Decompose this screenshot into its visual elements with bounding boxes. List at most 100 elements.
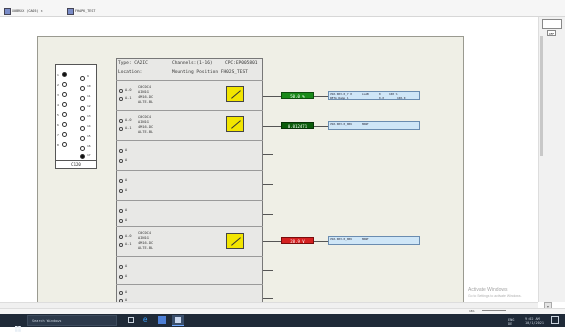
sensor-icon[interactable]	[226, 116, 244, 132]
channel-terminal-icon	[119, 159, 123, 163]
channel-b: A	[125, 158, 128, 162]
pin-number: 16	[87, 144, 91, 148]
pin-12[interactable]	[80, 106, 85, 111]
value-display: 50.0 %	[281, 92, 314, 99]
channel-slot[interactable]: A A	[116, 140, 263, 169]
slot-line4: ALTE-BL	[138, 100, 154, 104]
channel-slot[interactable]: A A	[116, 170, 263, 199]
channel-b: A	[125, 188, 128, 192]
module-location: Location:	[118, 70, 143, 75]
pin-11[interactable]	[80, 96, 85, 101]
channel-b: A-1	[125, 96, 132, 100]
pin-7[interactable]	[62, 132, 67, 137]
channel-slot[interactable]: A-0 A-1 C0C0C4 AIN1G 4M16-DC ALTE-BL	[116, 80, 263, 109]
info-type: LLAB	[362, 92, 369, 96]
channel-a: A-0	[125, 118, 132, 122]
notifications-icon[interactable]	[551, 316, 559, 324]
sensor-icon[interactable]	[226, 233, 244, 249]
panel-header	[542, 19, 562, 29]
active-app-icon[interactable]	[172, 315, 184, 326]
channel-terminal-icon	[119, 209, 123, 213]
channel-slot[interactable]: A-0 A-1 C0C0C4 AIN1G 4M16-DC ALTE-BL	[116, 226, 263, 255]
channel-slot[interactable]: A-0 A-1 C0C0C4 AIN1G 4M16-DC ALTE-BL	[116, 110, 263, 139]
taskbar-region: DE	[508, 322, 513, 326]
pin-number: 5	[57, 113, 59, 117]
channel-terminal-icon	[119, 291, 123, 295]
edge-browser-icon[interactable]: e	[143, 316, 151, 324]
signal-wire	[314, 126, 328, 127]
task-view-icon[interactable]	[128, 317, 134, 323]
pin-15[interactable]	[80, 136, 85, 141]
channel-a: A	[125, 208, 128, 212]
signal-wire	[263, 298, 273, 299]
slot-line4: ALTE-BL	[138, 246, 154, 250]
panel-toggle-button[interactable]: OFF	[547, 30, 556, 36]
channel-a: A-0	[125, 88, 132, 92]
pin-number: 17	[87, 153, 91, 157]
pin-16[interactable]	[80, 146, 85, 151]
pin-17[interactable]	[80, 154, 85, 159]
signal-info-box[interactable]: VS0.003.0_006 MANT	[328, 236, 420, 245]
info-type: MANT	[362, 237, 369, 241]
channel-b: A	[125, 274, 128, 278]
info-type: MANT	[362, 122, 369, 126]
info-desc: DETA Ramp 1	[330, 96, 349, 100]
pin-number: 7	[57, 133, 59, 137]
signal-wire	[263, 96, 281, 97]
signal-wire	[263, 126, 281, 127]
channel-terminal-icon	[119, 189, 123, 193]
pin-6[interactable]	[62, 122, 67, 127]
signal-info-box[interactable]: VS0.003.0_7 0 LLAB 0 100 % DETA Ramp 1 0…	[328, 91, 420, 100]
vertical-scrollbar-thumb[interactable]	[540, 36, 543, 156]
info-lo: 0.0	[379, 96, 385, 100]
tab-x0brxx[interactable]: X0BRXX (CA05) ×	[3, 7, 63, 15]
signal-wire	[314, 96, 328, 97]
tab-label: X0BRXX (CA05) ×	[12, 9, 43, 13]
pin-5[interactable]	[62, 112, 67, 117]
connector-c120[interactable]: 1 2 3 4 5 6 7 8 9 10 11 12 13 14 15 16 1…	[55, 64, 97, 161]
channel-terminal-icon	[119, 235, 123, 239]
pin-1[interactable]	[62, 72, 67, 77]
windows-start-icon[interactable]	[15, 317, 21, 332]
app-icon[interactable]	[158, 316, 166, 324]
signal-wire	[314, 241, 328, 242]
tab-fhapk-test[interactable]: FHAPK_TEST	[66, 7, 106, 15]
pin-number: 3	[57, 93, 59, 97]
pin-14[interactable]	[80, 126, 85, 131]
taskbar-search-placeholder: Search Windows	[32, 319, 62, 323]
channel-terminal-icon	[119, 219, 123, 223]
sensor-icon[interactable]	[226, 86, 244, 102]
pin-4[interactable]	[62, 102, 67, 107]
channel-slot[interactable]: A A	[116, 200, 263, 229]
zoom-slider[interactable]	[482, 310, 506, 311]
channel-a: A	[125, 264, 128, 268]
channel-a: A	[125, 178, 128, 182]
channel-b: A-1	[125, 242, 132, 246]
pin-3[interactable]	[62, 92, 67, 97]
signal-wire	[263, 184, 273, 185]
pin-number: 14	[87, 124, 91, 128]
pin-9[interactable]	[80, 76, 85, 81]
tab-label: FHAPK_TEST	[75, 9, 96, 13]
channel-b: A-1	[125, 126, 132, 130]
channel-slot[interactable]: A A	[116, 256, 263, 285]
pin-10[interactable]	[80, 86, 85, 91]
channel-terminal-icon	[119, 243, 123, 247]
activation-watermark-title: Activate Windows	[468, 287, 508, 293]
tab-bar: X0BRXX (CA05) × FHAPK_TEST	[0, 0, 565, 17]
module-channels: Channels:(1-16)	[172, 61, 213, 66]
pin-number: 8	[57, 143, 59, 147]
value-display: 0.012471	[281, 122, 314, 129]
channel-a: A	[125, 148, 128, 152]
slot-line4: ALTE-BL	[138, 130, 154, 134]
pin-2[interactable]	[62, 82, 67, 87]
taskbar-search-box[interactable]: Search Windows	[27, 315, 117, 326]
pin-13[interactable]	[80, 116, 85, 121]
pin-8[interactable]	[62, 142, 67, 147]
document-icon	[4, 8, 11, 15]
pin-number: 6	[57, 123, 59, 127]
channel-a: A	[125, 290, 128, 294]
module-type: Type: CA2IC	[118, 61, 148, 66]
signal-info-box[interactable]: VS0.003.0_006 MANT	[328, 121, 420, 130]
channel-terminal-icon	[119, 127, 123, 131]
